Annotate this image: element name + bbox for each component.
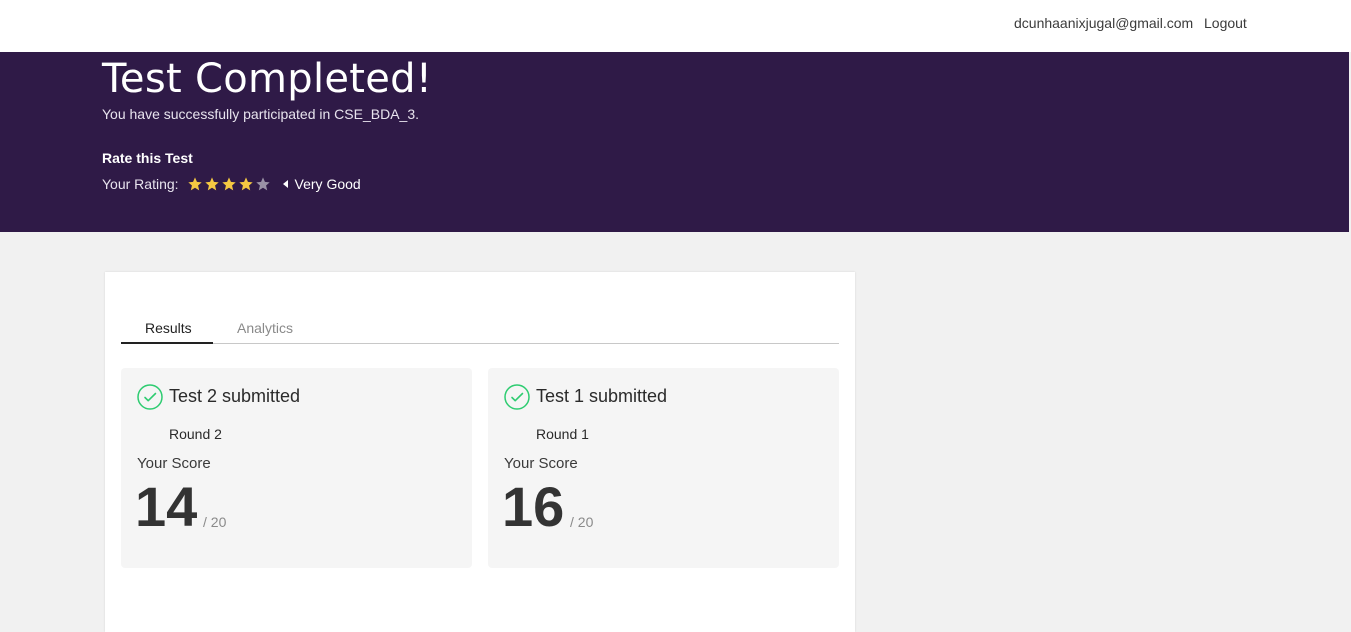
star-icon[interactable] <box>221 176 237 192</box>
logout-link[interactable]: Logout <box>1204 15 1247 31</box>
result-card-test-2: Test 2 submitted Round 2 Your Score 14 /… <box>121 368 472 568</box>
active-tab-indicator <box>121 342 213 344</box>
results-card: Results Analytics Test 2 submitted Round… <box>105 272 855 632</box>
rate-test-heading: Rate this Test <box>102 150 193 166</box>
result-title: Test 1 submitted <box>536 386 668 406</box>
check-circle-icon <box>504 384 530 410</box>
participation-message: You have successfully participated in CS… <box>102 106 419 122</box>
test-completed-banner: Test Completed! You have successfully pa… <box>0 52 1349 232</box>
user-email: dcunhaanixjugal@gmail.com <box>1014 15 1194 31</box>
page-title: Test Completed! <box>102 56 433 102</box>
tooltip-arrow-icon <box>282 180 288 188</box>
star-icon[interactable] <box>255 176 271 192</box>
score-label: Your Score <box>137 455 211 472</box>
tab-analytics[interactable]: Analytics <box>237 320 293 336</box>
tab-results[interactable]: Results <box>145 320 192 336</box>
star-icon[interactable] <box>238 176 254 192</box>
score-value: 16 <box>502 475 565 538</box>
rating-prefix: Your Rating: <box>102 176 179 192</box>
score-value: 14 <box>135 475 198 538</box>
star-rating[interactable] <box>187 176 271 192</box>
rating-row: Your Rating: Very Good <box>102 174 361 194</box>
rating-label: Very Good <box>294 176 361 192</box>
score-total: / 20 <box>570 514 594 530</box>
results-tabs: Results Analytics <box>121 318 839 344</box>
round-label: Round 2 <box>169 426 222 442</box>
score-total: / 20 <box>203 514 227 530</box>
score-label: Your Score <box>504 455 578 472</box>
top-navbar: dcunhaanixjugal@gmail.com Logout <box>0 0 1351 52</box>
result-card-test-1: Test 1 submitted Round 1 Your Score 16 /… <box>488 368 839 568</box>
star-icon[interactable] <box>204 176 220 192</box>
star-icon[interactable] <box>187 176 203 192</box>
check-circle-icon <box>137 384 163 410</box>
round-label: Round 1 <box>536 426 589 442</box>
result-title: Test 2 submitted <box>169 386 301 406</box>
